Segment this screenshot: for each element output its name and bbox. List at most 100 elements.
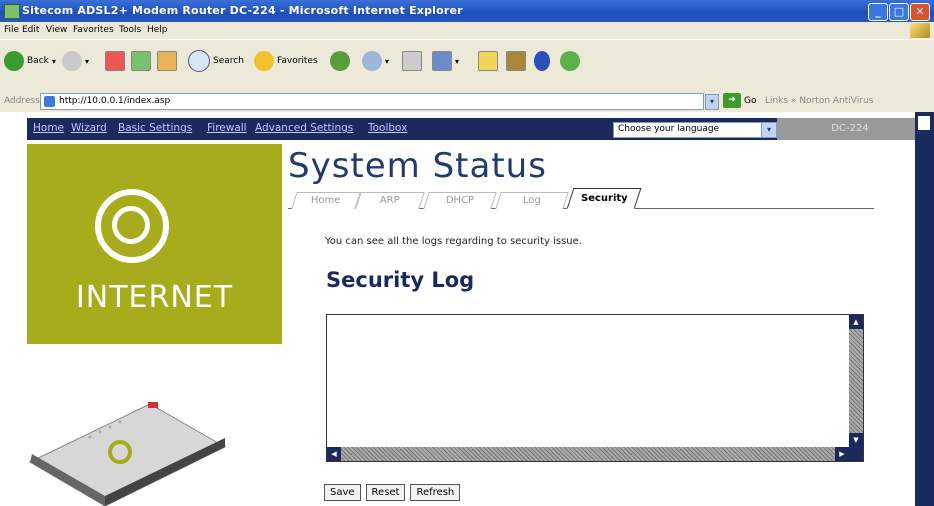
- router-device-image: [28, 402, 227, 506]
- router-nav: Home Wizard Basic Settings Firewall Adva…: [27, 118, 923, 140]
- menu-view[interactable]: View: [46, 25, 67, 35]
- address-bar: Address http://10.0.0.1/index.asp ▾ ➜ Go …: [0, 91, 934, 113]
- menu-file[interactable]: File: [4, 25, 19, 35]
- home-browser-button[interactable]: [157, 50, 177, 72]
- scroll-corner: [849, 447, 863, 461]
- back-label: Back: [27, 56, 49, 66]
- menu-help[interactable]: Help: [147, 25, 168, 35]
- search-button[interactable]: Search: [188, 50, 244, 72]
- close-button[interactable]: ✕: [910, 3, 930, 21]
- tab-arp-label: ARP: [379, 195, 400, 206]
- menu-favorites[interactable]: Favorites: [73, 25, 114, 35]
- action-buttons: Save Reset Refresh: [324, 484, 461, 501]
- tab-arp[interactable]: ARP: [355, 192, 425, 209]
- page-scroll-thumb[interactable]: [918, 116, 930, 130]
- links-label: Links: [765, 96, 789, 106]
- reset-button[interactable]: Reset: [365, 484, 406, 501]
- tab-security[interactable]: Security: [566, 188, 642, 209]
- tab-security-label: Security: [580, 193, 628, 204]
- browser-toolbar: Back ▾ ▾ Search Favorites ▾ ▾: [0, 39, 934, 92]
- folder-icon: [478, 51, 498, 71]
- folder-button[interactable]: [478, 50, 498, 72]
- address-url: http://10.0.0.1/index.asp: [59, 96, 171, 106]
- address-dropdown[interactable]: ▾: [705, 94, 719, 110]
- norton-label: Norton AntiVirus: [799, 96, 874, 106]
- favorites-button[interactable]: Favorites: [254, 50, 318, 72]
- bluetooth-button[interactable]: [534, 50, 550, 72]
- go-button[interactable]: ➜ Go: [723, 93, 756, 108]
- home-icon: [157, 51, 177, 71]
- log-vertical-scrollbar[interactable]: ▲ ▼: [849, 315, 863, 461]
- research-icon: [506, 51, 526, 71]
- tab-log[interactable]: Log: [495, 192, 569, 209]
- refresh-browser-button[interactable]: [131, 50, 151, 72]
- address-label: Address: [4, 96, 40, 106]
- favorites-label: Favorites: [277, 56, 318, 66]
- model-label: DC-224: [777, 118, 923, 140]
- search-label: Search: [213, 56, 244, 66]
- favorites-star-icon: [254, 51, 274, 71]
- stop-button[interactable]: [105, 50, 125, 72]
- refresh-button[interactable]: Refresh: [410, 484, 461, 501]
- language-select-value: Choose your language: [618, 124, 720, 134]
- edit-button[interactable]: ▾: [432, 50, 459, 72]
- nav-firewall[interactable]: Firewall: [207, 122, 247, 134]
- status-tabs: Home ARP DHCP Log Security: [288, 188, 874, 209]
- messenger-button[interactable]: [560, 50, 580, 72]
- bluetooth-icon: [534, 51, 550, 71]
- chevron-down-icon: ▾: [761, 123, 776, 137]
- nav-basic-settings[interactable]: Basic Settings: [118, 122, 192, 134]
- page-title: System Status: [288, 146, 547, 186]
- scroll-down-icon[interactable]: ▼: [849, 433, 863, 447]
- tab-home-label: Home: [311, 195, 341, 206]
- nav-toolbox[interactable]: Toolbox: [368, 122, 407, 134]
- windows-logo-icon: [910, 23, 930, 38]
- tab-dhcp[interactable]: DHCP: [423, 192, 497, 209]
- back-button[interactable]: Back ▾: [4, 50, 56, 72]
- nav-advanced-settings[interactable]: Advanced Settings: [255, 122, 353, 134]
- links-toolbar[interactable]: Links » Norton AntiVirus: [765, 96, 873, 106]
- page-vertical-scrollbar[interactable]: [915, 112, 934, 506]
- language-select[interactable]: Choose your language ▾: [613, 122, 777, 138]
- window-title: Sitecom ADSL2+ Modem Router DC-224 - Mic…: [22, 4, 463, 17]
- history-button[interactable]: [330, 50, 350, 72]
- nav-wizard[interactable]: Wizard: [71, 122, 107, 134]
- scroll-right-icon[interactable]: ▶: [835, 447, 849, 461]
- tab-log-label: Log: [522, 195, 541, 206]
- mail-button[interactable]: ▾: [362, 50, 389, 72]
- stop-icon: [105, 51, 125, 71]
- search-icon: [188, 50, 210, 72]
- scroll-left-icon[interactable]: ◀: [327, 447, 341, 461]
- maximize-button[interactable]: □: [889, 3, 909, 21]
- print-button[interactable]: [402, 50, 422, 72]
- save-button[interactable]: Save: [324, 484, 361, 501]
- nav-home[interactable]: Home: [33, 122, 64, 134]
- messenger-icon: [560, 51, 580, 71]
- menu-tools[interactable]: Tools: [119, 25, 141, 35]
- address-input[interactable]: http://10.0.0.1/index.asp: [40, 93, 704, 110]
- back-arrow-icon: [4, 51, 24, 71]
- mail-icon: [362, 51, 382, 71]
- edit-icon: [432, 51, 452, 71]
- internet-logo: INTERNET: [27, 144, 282, 344]
- research-button[interactable]: [506, 50, 526, 72]
- menu-edit[interactable]: Edit: [22, 25, 39, 35]
- section-title: Security Log: [326, 268, 475, 292]
- forward-button[interactable]: ▾: [62, 50, 89, 72]
- refresh-icon: [131, 51, 151, 71]
- page-content: Home Wizard Basic Settings Firewall Adva…: [0, 112, 934, 506]
- window-titlebar: Sitecom ADSL2+ Modem Router DC-224 - Mic…: [0, 0, 934, 22]
- tab-dhcp-label: DHCP: [445, 195, 474, 206]
- tab-home[interactable]: Home: [291, 192, 361, 209]
- go-label: Go: [744, 95, 757, 106]
- circle-logo-icon: [95, 189, 169, 263]
- log-horizontal-scrollbar[interactable]: ◀ ▶: [327, 447, 849, 461]
- menu-bar: File Edit View Favorites Tools Help: [0, 22, 934, 39]
- forward-arrow-icon: [62, 51, 82, 71]
- page-description: You can see all the logs regarding to se…: [325, 236, 582, 247]
- minimize-button[interactable]: _: [868, 3, 888, 21]
- scroll-up-icon[interactable]: ▲: [849, 315, 863, 329]
- history-icon: [330, 51, 350, 71]
- security-log-textarea[interactable]: ▲ ▼ ◀ ▶: [326, 314, 864, 462]
- print-icon: [402, 51, 422, 71]
